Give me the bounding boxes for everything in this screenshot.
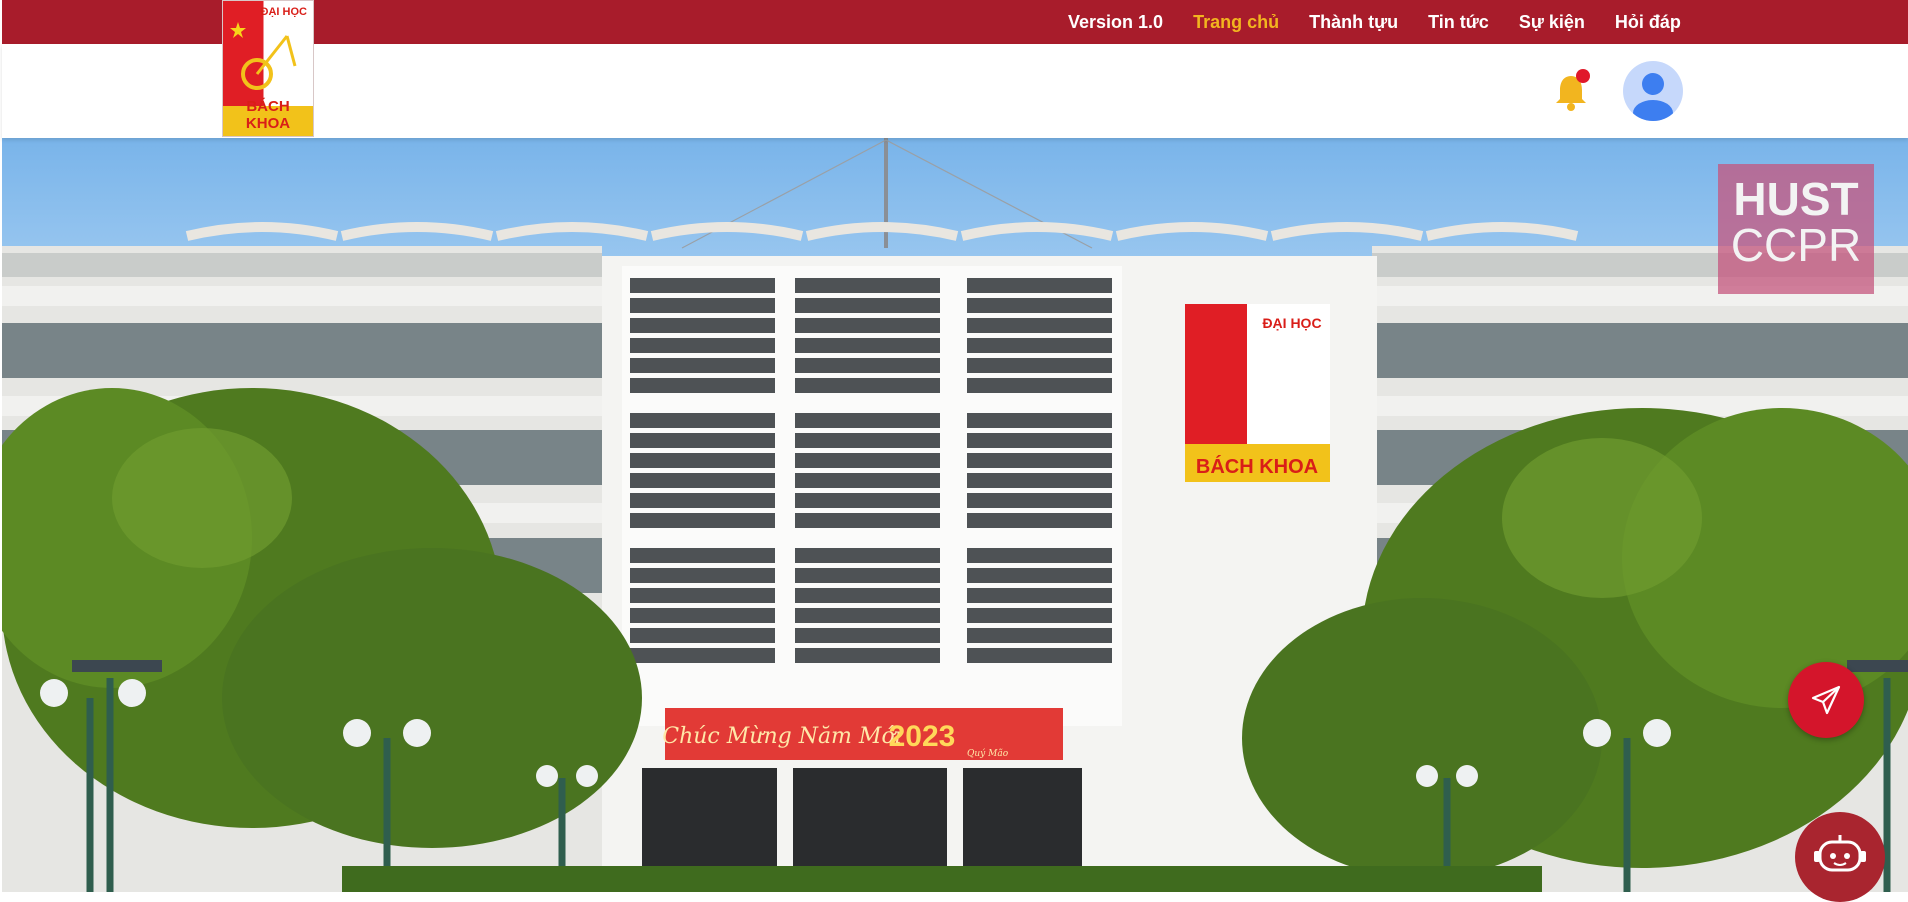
top-link-2[interactable]: Thành tựu	[1309, 12, 1398, 33]
user-avatar-icon	[1633, 73, 1673, 121]
banner-text: Chúc Mừng Năm Mới	[662, 724, 901, 749]
logo-emblem-icon	[230, 22, 297, 90]
hero-image: BÁCH KHOA ĐẠI HỌC Chúc Mừng Năm Mới 2023…	[2, 138, 1908, 892]
top-link-0[interactable]: Version 1.0	[1068, 12, 1163, 33]
hust-ccpr-watermark: HUST CCPR	[1718, 164, 1874, 294]
notification-dot	[1576, 69, 1590, 83]
watermark-line1: HUST	[1733, 173, 1859, 225]
top-link-3[interactable]: Tin tức	[1428, 12, 1489, 33]
watermark-line2: CCPR	[1730, 219, 1862, 271]
paper-plane-icon	[1811, 685, 1841, 715]
top-link-5[interactable]: Hỏi đáp	[1615, 12, 1681, 33]
site-logo[interactable]: ĐẠI HỌC BÁCH KHOA	[222, 0, 314, 137]
building-logo-text: BÁCH KHOA	[1196, 455, 1318, 478]
logo-text-bottom: BÁCH KHOA	[245, 98, 291, 132]
top-link-4[interactable]: Sự kiện	[1519, 12, 1585, 33]
chatbot-button[interactable]	[1795, 812, 1885, 902]
send-message-button[interactable]	[1788, 662, 1864, 738]
banner-sub: Quý Mão	[967, 748, 1009, 759]
top-links: Version 1.0 Trang chủ Thành tựu Tin tức Sự k…	[1068, 0, 1711, 44]
campus-building-illustration: BÁCH KHOA ĐẠI HỌC Chúc Mừng Năm Mới 2023…	[2, 138, 1908, 892]
chatbot-icon	[1814, 835, 1866, 872]
top-link-1[interactable]: Trang chủ	[1193, 12, 1279, 33]
user-avatar[interactable]	[1623, 61, 1683, 121]
building-logo-top: ĐẠI HỌC	[1262, 315, 1321, 331]
banner-year: 2023	[889, 720, 956, 753]
